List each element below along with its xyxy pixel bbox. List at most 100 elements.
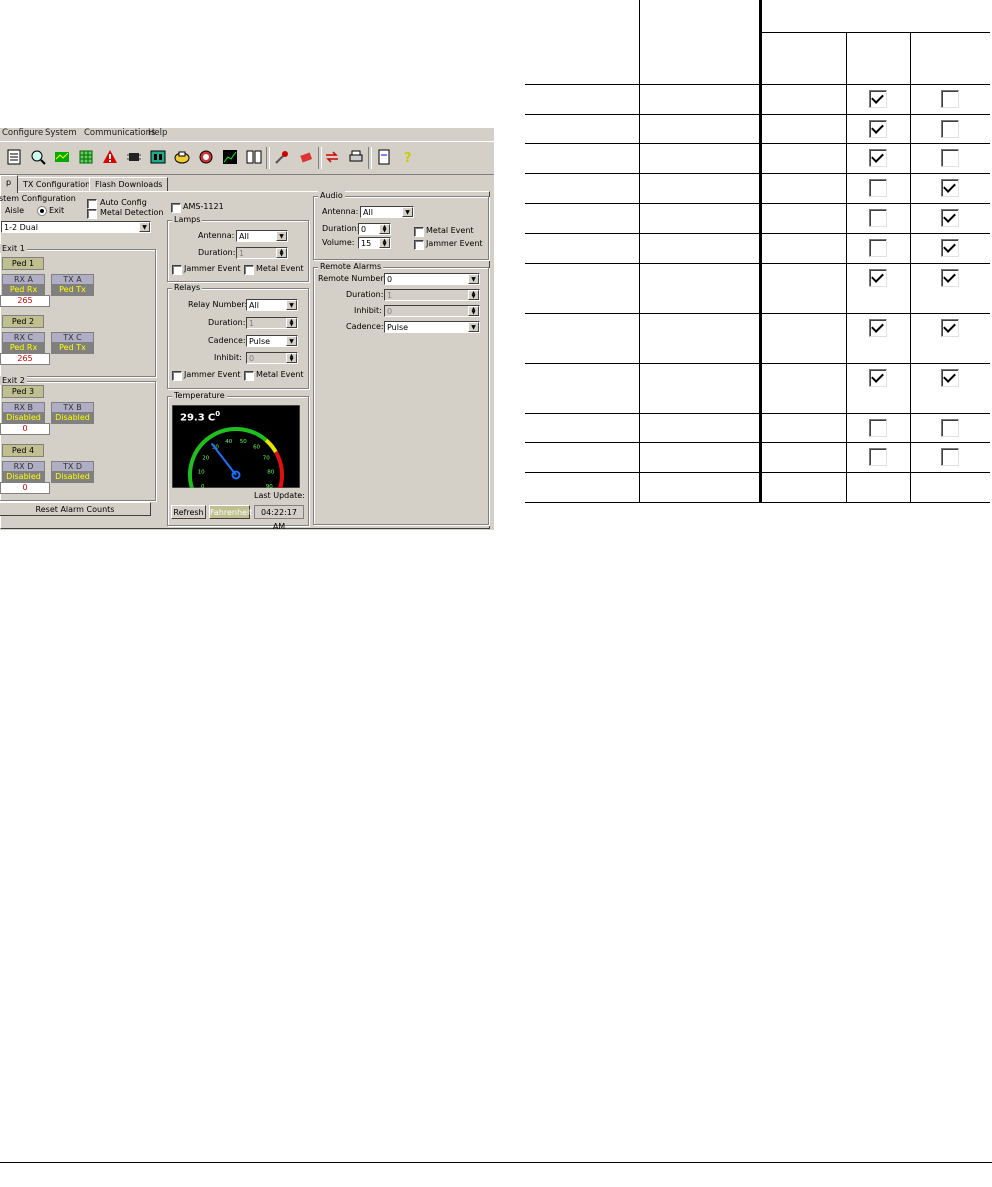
- settings-icon[interactable]: [6, 149, 22, 165]
- table-cell: [845, 312, 911, 364]
- table-checkbox[interactable]: [869, 268, 887, 287]
- table-checkbox[interactable]: [941, 418, 960, 437]
- audio-metal-checkbox[interactable]: [414, 227, 424, 237]
- device-icon[interactable]: [174, 149, 190, 165]
- lamps-duration-stepper[interactable]: 1 ▲ ▼: [236, 247, 288, 259]
- spin-icon[interactable]: ▲ ▼: [468, 290, 479, 300]
- eraser-icon[interactable]: [298, 149, 314, 165]
- table-subheader-cell: [909, 31, 990, 85]
- relays-jammer-checkbox[interactable]: [172, 371, 182, 381]
- spin-icon[interactable]: ▲ ▼: [468, 306, 479, 316]
- menu-system[interactable]: System: [45, 128, 77, 138]
- help-icon[interactable]: ?: [400, 149, 416, 166]
- ams-checkbox[interactable]: [171, 203, 181, 213]
- tab-setup[interactable]: p: [0, 175, 18, 193]
- remote-alarms-group: Remote Alarms Remote Number: 0 ▼ Duration…: [313, 262, 489, 525]
- tx-b-value: Disabled: [51, 413, 94, 424]
- toolbar-separator: [266, 147, 270, 169]
- table-checkbox[interactable]: [869, 318, 887, 337]
- remote-inhibit-stepper[interactable]: 0 ▲ ▼: [384, 305, 480, 317]
- table-checkbox[interactable]: [869, 148, 887, 167]
- magnify-icon[interactable]: [30, 149, 46, 165]
- spin-icon[interactable]: ▲ ▼: [379, 224, 390, 234]
- spin-icon[interactable]: ▲ ▼: [286, 353, 297, 363]
- table-checkbox[interactable]: [941, 178, 960, 197]
- spin-icon[interactable]: ▲ ▼: [379, 238, 390, 248]
- table-checkbox[interactable]: [869, 418, 887, 437]
- grid-icon[interactable]: [78, 149, 94, 165]
- lamps-antenna-select[interactable]: All ▼: [236, 230, 288, 242]
- table-checkbox[interactable]: [869, 119, 887, 138]
- metal-detection-checkbox[interactable]: [87, 209, 97, 219]
- table-checkbox[interactable]: [941, 119, 960, 138]
- audio-antenna-select[interactable]: All ▼: [360, 206, 414, 218]
- board-icon[interactable]: [150, 149, 166, 165]
- fahrenheit-button[interactable]: Fahrenheit: [209, 505, 252, 519]
- table-checkbox[interactable]: [941, 447, 960, 466]
- chip-icon[interactable]: [126, 149, 142, 165]
- table-cell: [638, 262, 762, 314]
- alarm-icon[interactable]: [198, 149, 214, 165]
- table-checkbox[interactable]: [869, 178, 887, 197]
- page-icon[interactable]: [376, 149, 392, 165]
- swap-icon[interactable]: [324, 149, 340, 165]
- audio-jammer-checkbox[interactable]: [414, 240, 424, 250]
- auto-config-checkbox[interactable]: [87, 199, 97, 209]
- volume-stepper[interactable]: 15 ▲ ▼: [358, 237, 391, 249]
- lamps-metal-checkbox[interactable]: [244, 265, 254, 275]
- spin-icon[interactable]: ▲ ▼: [276, 248, 287, 258]
- table-checkbox[interactable]: [869, 208, 887, 227]
- lamps-jammer-label: Jammer Event: [184, 264, 241, 273]
- table-checkbox[interactable]: [941, 148, 960, 167]
- refresh-button[interactable]: Refresh: [171, 505, 206, 519]
- chevron-down-icon[interactable]: ▼: [139, 222, 150, 232]
- chevron-down-icon[interactable]: ▼: [468, 322, 479, 332]
- table-cell: [638, 113, 762, 144]
- alert-icon[interactable]: [102, 149, 118, 165]
- table-row: [525, 441, 990, 473]
- exit-radio[interactable]: [37, 206, 47, 216]
- relays-metal-checkbox[interactable]: [244, 371, 254, 381]
- rx-d-title: RX D: [2, 461, 45, 472]
- tab-tx-configuration[interactable]: TX Configuration: [17, 177, 97, 192]
- table-checkbox[interactable]: [941, 89, 960, 108]
- menu-communications[interactable]: Communications: [84, 128, 155, 138]
- table-checkbox[interactable]: [941, 268, 960, 287]
- table-checkbox[interactable]: [869, 447, 887, 466]
- table-checkbox[interactable]: [869, 89, 887, 108]
- relay-number-select[interactable]: All ▼: [246, 299, 298, 311]
- gauge-tick-label: 50: [240, 439, 247, 445]
- chevron-down-icon[interactable]: ▼: [468, 274, 479, 284]
- tools-icon[interactable]: [274, 149, 290, 165]
- table-checkbox[interactable]: [941, 318, 960, 337]
- spin-icon[interactable]: ▲ ▼: [286, 318, 297, 328]
- map-icon[interactable]: [54, 149, 70, 165]
- document-icon[interactable]: [246, 149, 262, 165]
- tab-flash-downloads[interactable]: Flash Downloads: [89, 177, 169, 192]
- relays-cadence-select[interactable]: Pulse ▼: [246, 335, 298, 347]
- chevron-down-icon[interactable]: ▼: [286, 336, 297, 346]
- mode-select[interactable]: 1-2 Dual ▼: [1, 221, 151, 233]
- print-icon[interactable]: [348, 149, 364, 165]
- table-checkbox[interactable]: [941, 208, 960, 227]
- menu-help[interactable]: Help: [148, 128, 167, 138]
- system-configuration-legend: stem Configuration: [0, 194, 76, 203]
- reset-alarm-counts-button[interactable]: Reset Alarm Counts: [0, 502, 151, 516]
- table-checkbox[interactable]: [941, 238, 960, 257]
- relays-inhibit-stepper[interactable]: 0 ▲ ▼: [246, 352, 298, 364]
- table-checkbox[interactable]: [941, 368, 960, 387]
- relays-duration-stepper[interactable]: 1 ▲ ▼: [246, 317, 298, 329]
- remote-number-select[interactable]: 0 ▼: [384, 273, 480, 285]
- chevron-down-icon[interactable]: ▼: [286, 300, 297, 310]
- table-checkbox[interactable]: [869, 368, 887, 387]
- chevron-down-icon[interactable]: ▼: [276, 231, 287, 241]
- table-checkbox[interactable]: [869, 238, 887, 257]
- audio-duration-stepper[interactable]: 0 ▲ ▼: [358, 223, 391, 235]
- chart-icon[interactable]: [222, 149, 238, 165]
- chevron-down-icon[interactable]: ▼: [402, 207, 413, 217]
- lamps-jammer-checkbox[interactable]: [172, 265, 182, 275]
- table-cell: [638, 142, 762, 174]
- remote-cadence-select[interactable]: Pulse ▼: [384, 321, 480, 333]
- remote-duration-stepper[interactable]: 1 ▲ ▼: [384, 289, 480, 301]
- menu-configure[interactable]: Configure: [2, 128, 43, 138]
